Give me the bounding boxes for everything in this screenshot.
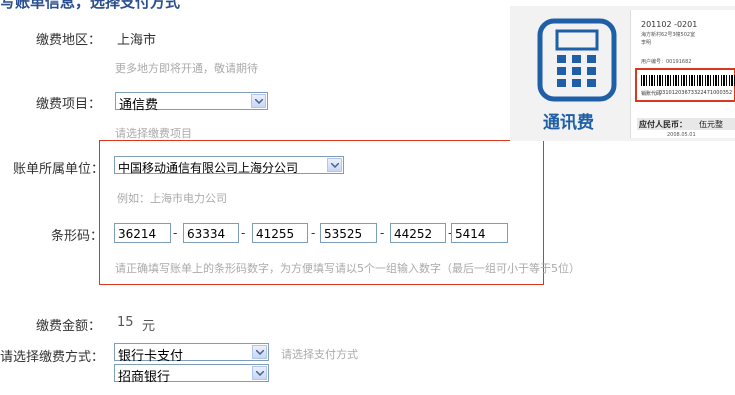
item-hint: 请选择缴费项目 <box>115 127 192 140</box>
amount-value: 15 <box>117 315 134 330</box>
barcode-icon <box>641 75 735 86</box>
barcode-hint: 请正确填写账单上的条形码数字，为方便填写请以5个一组输入数字（最后一组可小于等于… <box>115 262 580 275</box>
item-label: 缴费项目： <box>35 97 101 112</box>
barcode-segment-3[interactable]: 41255 <box>252 223 308 243</box>
unit-hint: 例如：上海市电力公司 <box>117 192 227 205</box>
bill-barcode-label: 销账代码 <box>641 91 662 97</box>
bill-paper: 201102 -0201 海方新村62号3幢502室 李明 用户编号：00191… <box>630 10 735 138</box>
bill-pay-row: 应付人民币： 伍元整 <box>637 118 735 130</box>
item-select[interactable]: 通信费 <box>115 92 268 113</box>
chevron-down-icon[interactable] <box>252 345 267 359</box>
bill-date: 2008.05.01 <box>667 132 696 138</box>
item-select-value: 通信费 <box>119 98 159 113</box>
unit-select[interactable]: 中国移动通信有限公司上海分公司 <box>114 156 344 175</box>
barcode-segment-1[interactable]: 36214 <box>114 223 171 243</box>
phone-icon <box>537 18 617 102</box>
region-hint: 更多地方即将开通，敬请期待 <box>115 62 258 75</box>
bank-select-value: 招商银行 <box>118 370 171 385</box>
bill-barcode-number: 03101203673322471000352 <box>659 90 733 96</box>
bill-address: 海方新村62号3幢502室 <box>641 32 696 38</box>
bill-barcode-highlight: 销账代码 03101203673322471000352 <box>635 68 735 102</box>
barcode-segment-5[interactable]: 44252 <box>390 223 446 243</box>
region-label: 缴费地区： <box>35 33 101 48</box>
bill-account: 用户编号：00191682 <box>641 59 692 65</box>
region-value: 上海市 <box>117 33 157 48</box>
barcode-segment-2[interactable]: 63334 <box>183 223 239 243</box>
bank-select[interactable]: 招商银行 <box>114 364 269 385</box>
payment-label: 请选择缴费方式： <box>0 350 105 365</box>
page-heading: 写账单信息，选择支付方式 <box>0 0 181 11</box>
barcode-separator: - <box>241 226 246 240</box>
unit-select-value: 中国移动通信有限公司上海分公司 <box>118 161 299 175</box>
barcode-label: 条形码： <box>50 229 103 244</box>
unit-label: 账单所属单位： <box>12 162 104 177</box>
barcode-separator: - <box>311 226 316 240</box>
payment-method-value: 银行卡支付 <box>118 349 184 364</box>
bill-pay-value: 伍元整 <box>699 120 723 129</box>
sample-bill-image: 通讯费 201102 -0201 海方新村62号3幢502室 李明 用户编号：0… <box>510 6 735 141</box>
bill-pay-label: 应付人民币： <box>639 120 687 129</box>
bill-code: 201102 -0201 <box>641 20 698 29</box>
chevron-down-icon[interactable] <box>251 94 266 108</box>
bill-name: 李明 <box>641 40 652 46</box>
bill-caption: 通讯费 <box>543 113 594 133</box>
amount-label: 缴费金额： <box>35 319 101 334</box>
barcode-separator: - <box>380 226 385 240</box>
payment-hint: 请选择支付方式 <box>281 348 358 361</box>
chevron-down-icon[interactable] <box>327 158 342 172</box>
barcode-segment-4[interactable]: 53525 <box>320 223 377 243</box>
chevron-down-icon[interactable] <box>252 366 267 380</box>
payment-method-select[interactable]: 银行卡支付 <box>114 343 269 364</box>
barcode-separator: - <box>173 226 178 240</box>
barcode-segment-6[interactable]: 5414 <box>451 223 508 243</box>
amount-unit: 元 <box>142 319 156 334</box>
